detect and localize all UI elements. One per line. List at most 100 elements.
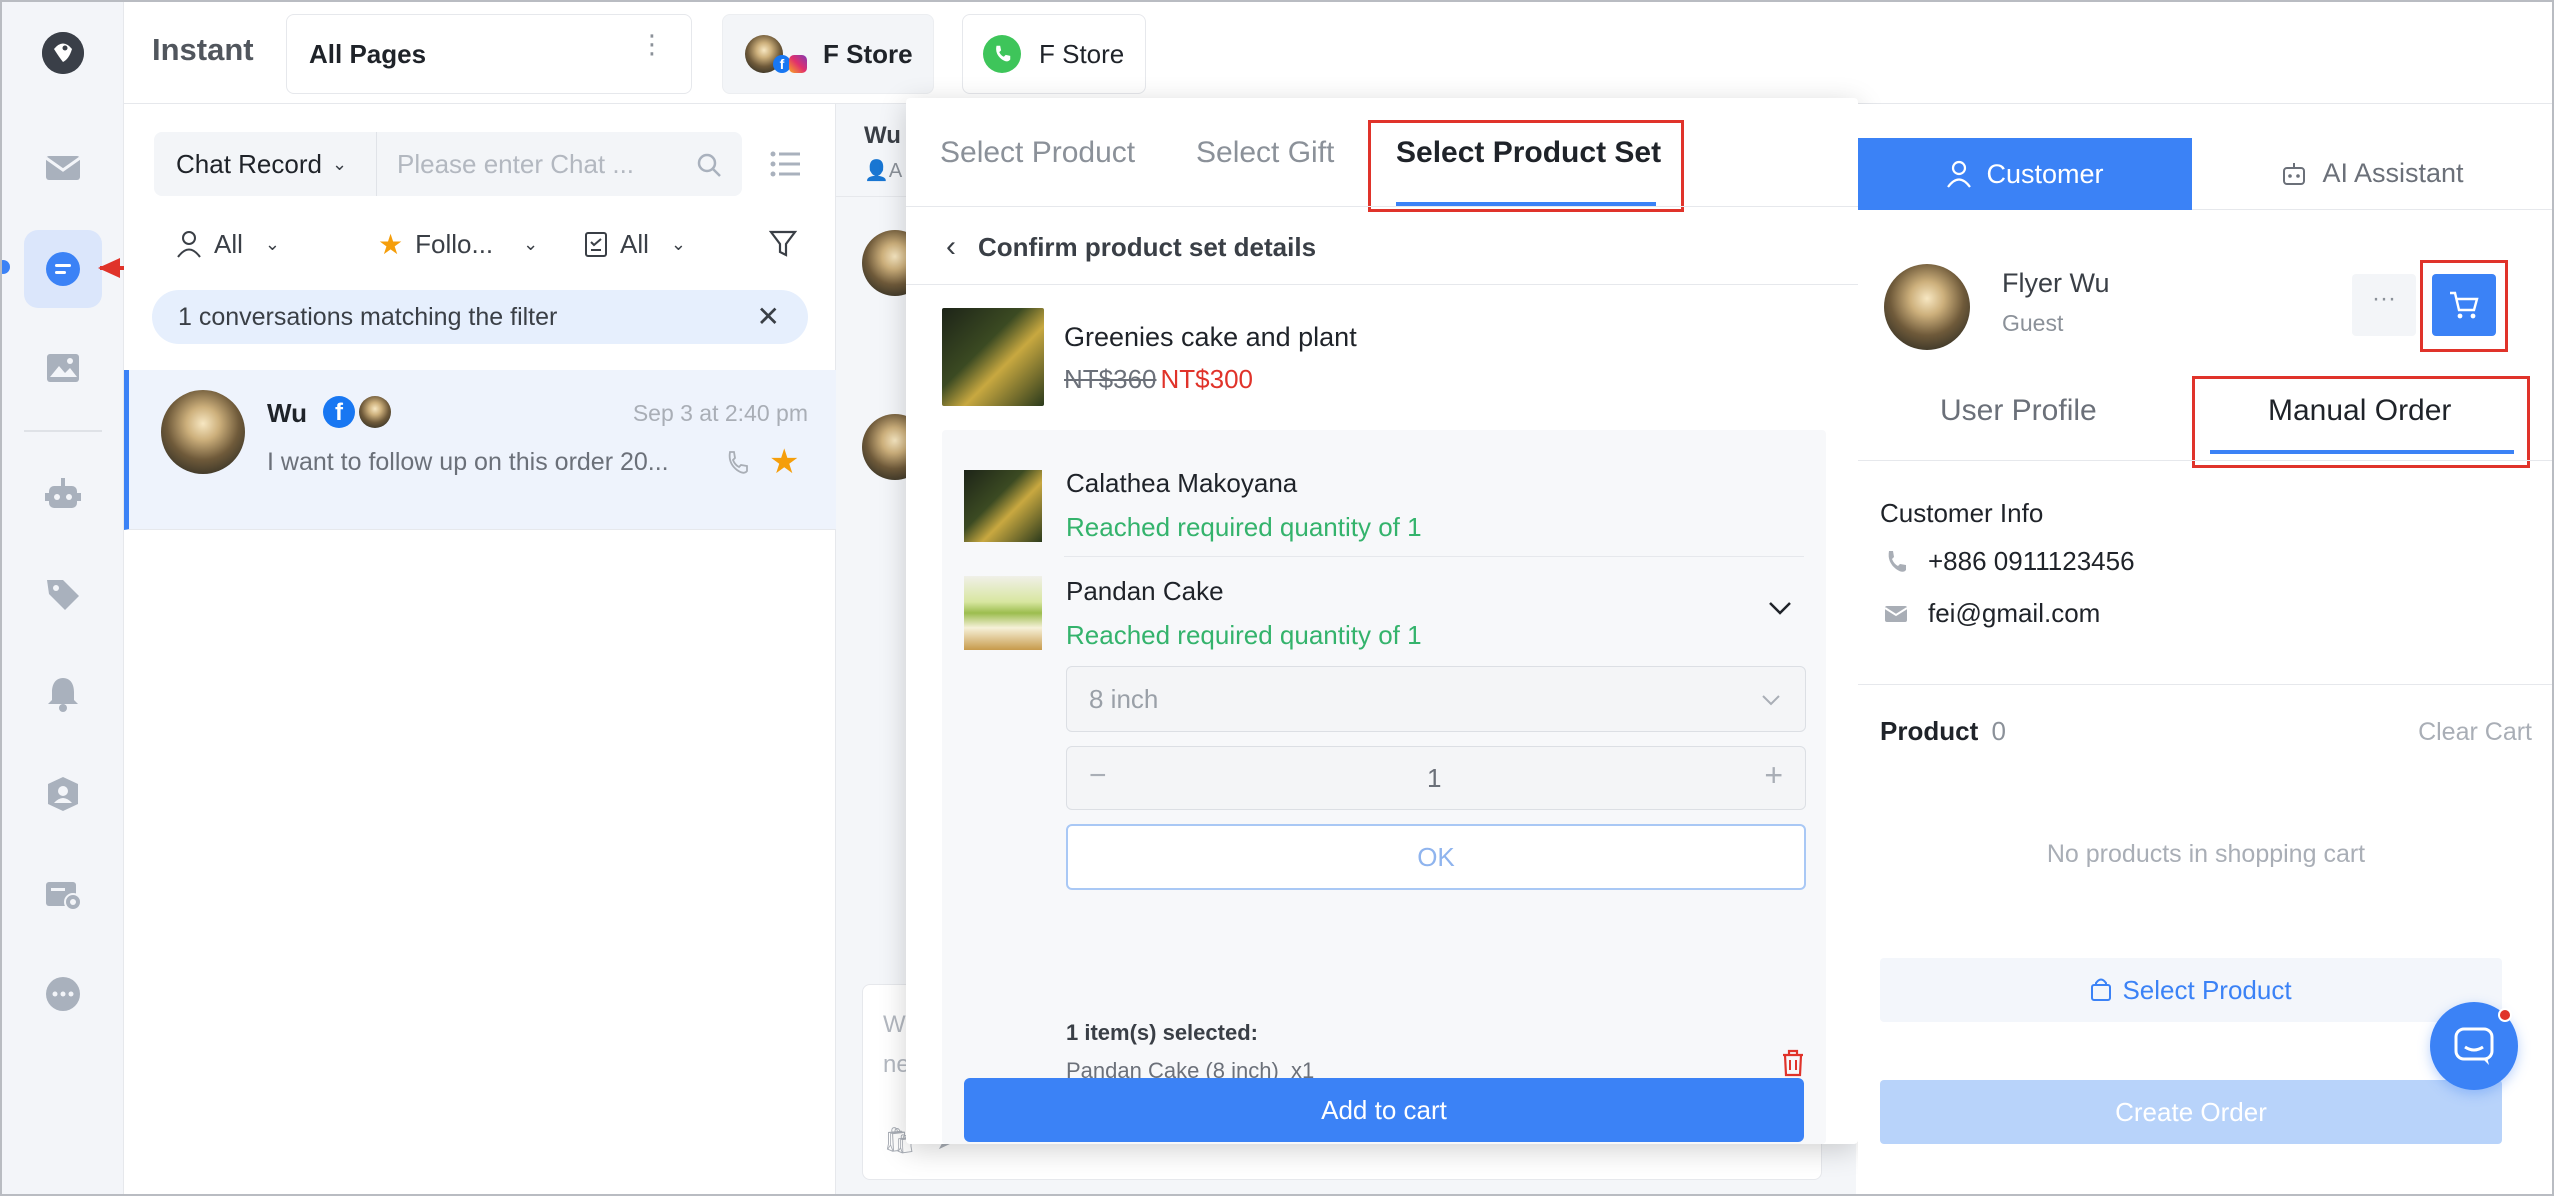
chat-support-launcher[interactable] (2430, 1002, 2518, 1090)
kebab-menu-icon[interactable]: ⋮ (639, 31, 665, 57)
item-status: Reached required quantity of 1 (1066, 512, 1422, 542)
tag-icon[interactable] (43, 574, 83, 614)
back-title: Confirm product set details (978, 231, 1317, 262)
email-row: fei@gmail.com (1884, 598, 2100, 629)
tab-customer[interactable]: Customer (1858, 138, 2192, 210)
chevron-down-icon: ⌄ (264, 233, 280, 254)
info-divider (1858, 684, 2552, 685)
store-tab-label: F Store (1039, 38, 1125, 69)
mail-icon (1884, 605, 1908, 622)
app-title: Instant (152, 32, 254, 67)
chat-record-label: Chat Record (176, 148, 322, 179)
quantity-value[interactable]: 1 (1427, 763, 1441, 794)
search-icon[interactable] (696, 152, 722, 178)
funnel-icon[interactable] (768, 228, 798, 258)
phone-row: +886 0911123456 (1884, 546, 2135, 577)
tab-divider (906, 206, 1858, 207)
bot-icon[interactable] (43, 474, 83, 514)
chevron-down-icon[interactable] (1768, 600, 1792, 616)
add-to-cart-button[interactable]: Add to cart (964, 1078, 1804, 1142)
subtab-user-profile[interactable]: User Profile (1940, 394, 2097, 428)
facebook-icon: f (323, 396, 355, 428)
chevron-down-icon (1762, 695, 1780, 706)
store-tab-social[interactable]: f F Store (722, 14, 934, 94)
product-price-row: NT$360 NT$300 (1064, 364, 1253, 395)
contact-icon[interactable] (43, 774, 83, 814)
phone-icon (1888, 550, 1906, 572)
page-selector[interactable]: All Pages ⋮ (286, 14, 692, 94)
ok-button-label: OK (1417, 841, 1455, 872)
follow-filter[interactable]: ★ Follo... ⌄ (378, 222, 538, 266)
status-filter[interactable]: All ⌄ (584, 222, 686, 266)
variant-select[interactable]: 8 inch (1066, 666, 1806, 732)
set-items-box: Calathea Makoyana Reached required quant… (942, 430, 1826, 1144)
image-icon[interactable] (43, 348, 83, 388)
conversation-header-name: Wu (864, 122, 901, 149)
chat-icon[interactable] (43, 249, 83, 289)
tab-select-product[interactable]: Select Product (940, 136, 1135, 170)
minus-button[interactable]: − (1089, 759, 1107, 793)
quantity-stepper[interactable]: − 1 + (1066, 746, 1806, 810)
more-icon[interactable] (43, 974, 83, 1014)
select-product-button[interactable]: Select Product (1880, 958, 2502, 1022)
conversation-preview: I want to follow up on this order 20... (267, 448, 669, 476)
conversation-header-sub: 👤A (864, 158, 902, 183)
product-header: Product 0 (1880, 716, 2006, 747)
chevron-down-icon: ⌄ (523, 233, 539, 254)
add-to-cart-label: Add to cart (1321, 1094, 1447, 1125)
conversation-time: Sep 3 at 2:40 pm (632, 400, 808, 426)
variant-select-value: 8 inch (1089, 683, 1159, 714)
section-divider (906, 284, 1858, 285)
product-set-modal: Select Product Select Gift Select Produc… (906, 98, 1858, 1144)
item-thumbnail (964, 470, 1042, 542)
tab-ai-assistant-label: AI Assistant (2322, 158, 2464, 188)
plus-button[interactable]: + (1764, 757, 1783, 794)
customer-role: Guest (2002, 310, 2064, 336)
conversation-name: Wu (267, 398, 307, 428)
chat-search-input[interactable]: Please enter Chat ... (376, 132, 742, 196)
more-options-button[interactable]: ··· (2352, 274, 2416, 336)
chevron-left-icon[interactable]: ‹ (946, 230, 956, 264)
highlight-box-product-set-tab (1368, 120, 1684, 212)
conversation-list-item[interactable]: Wu f Sep 3 at 2:40 pm I want to follow u… (124, 370, 836, 530)
item-status: Reached required quantity of 1 (1066, 620, 1422, 650)
mail-icon[interactable] (43, 148, 83, 188)
tab-ai-assistant[interactable]: AI Assistant (2192, 138, 2552, 210)
notification-dot (2498, 1008, 2512, 1022)
bell-icon[interactable] (43, 674, 83, 714)
create-order-button[interactable]: Create Order (1880, 1080, 2502, 1144)
empty-cart-text: No products in shopping cart (2046, 840, 2366, 868)
product-label: Product (1880, 716, 1979, 746)
app-logo (42, 32, 84, 74)
star-icon[interactable]: ★ (769, 442, 799, 482)
item-thumbnail (964, 576, 1042, 650)
close-icon[interactable]: ✕ (757, 300, 780, 333)
instagram-icon (789, 55, 807, 73)
bag-icon (2091, 978, 2112, 1001)
item-name: Pandan Cake (1066, 576, 1224, 606)
page-selector-label: All Pages (309, 38, 427, 69)
tab-select-gift[interactable]: Select Gift (1196, 136, 1334, 170)
store-tab-whatsapp[interactable]: F Store (962, 14, 1146, 94)
original-price: NT$360 (1064, 364, 1157, 394)
trash-icon[interactable] (1780, 1048, 1806, 1078)
ticket-icon[interactable] (43, 874, 83, 914)
channel-avatar (359, 396, 391, 428)
filter-banner-text: 1 conversations matching the filter (178, 302, 558, 331)
chat-record-select[interactable]: Chat Record ⌄ (154, 132, 376, 196)
customer-name: Flyer Wu (2002, 268, 2110, 298)
active-indicator-dot (2, 260, 10, 274)
clipboard-icon (585, 232, 607, 257)
phone-value: +886 0911123456 (1928, 546, 2135, 576)
ok-button[interactable]: OK (1066, 824, 1806, 890)
assignee-filter[interactable]: All ⌄ (176, 222, 280, 266)
list-view-icon[interactable] (770, 150, 800, 178)
highlight-box-cart (2420, 260, 2508, 352)
sidebar-rail (2, 2, 204, 1194)
item-divider (1064, 556, 1804, 557)
annotation-arrow-head (98, 258, 120, 278)
phone-icon (728, 451, 748, 474)
product-count: 0 (1991, 716, 2006, 746)
clear-cart-link[interactable]: Clear Cart (2418, 718, 2532, 747)
back-header[interactable]: ‹ Confirm product set details (946, 230, 1316, 264)
